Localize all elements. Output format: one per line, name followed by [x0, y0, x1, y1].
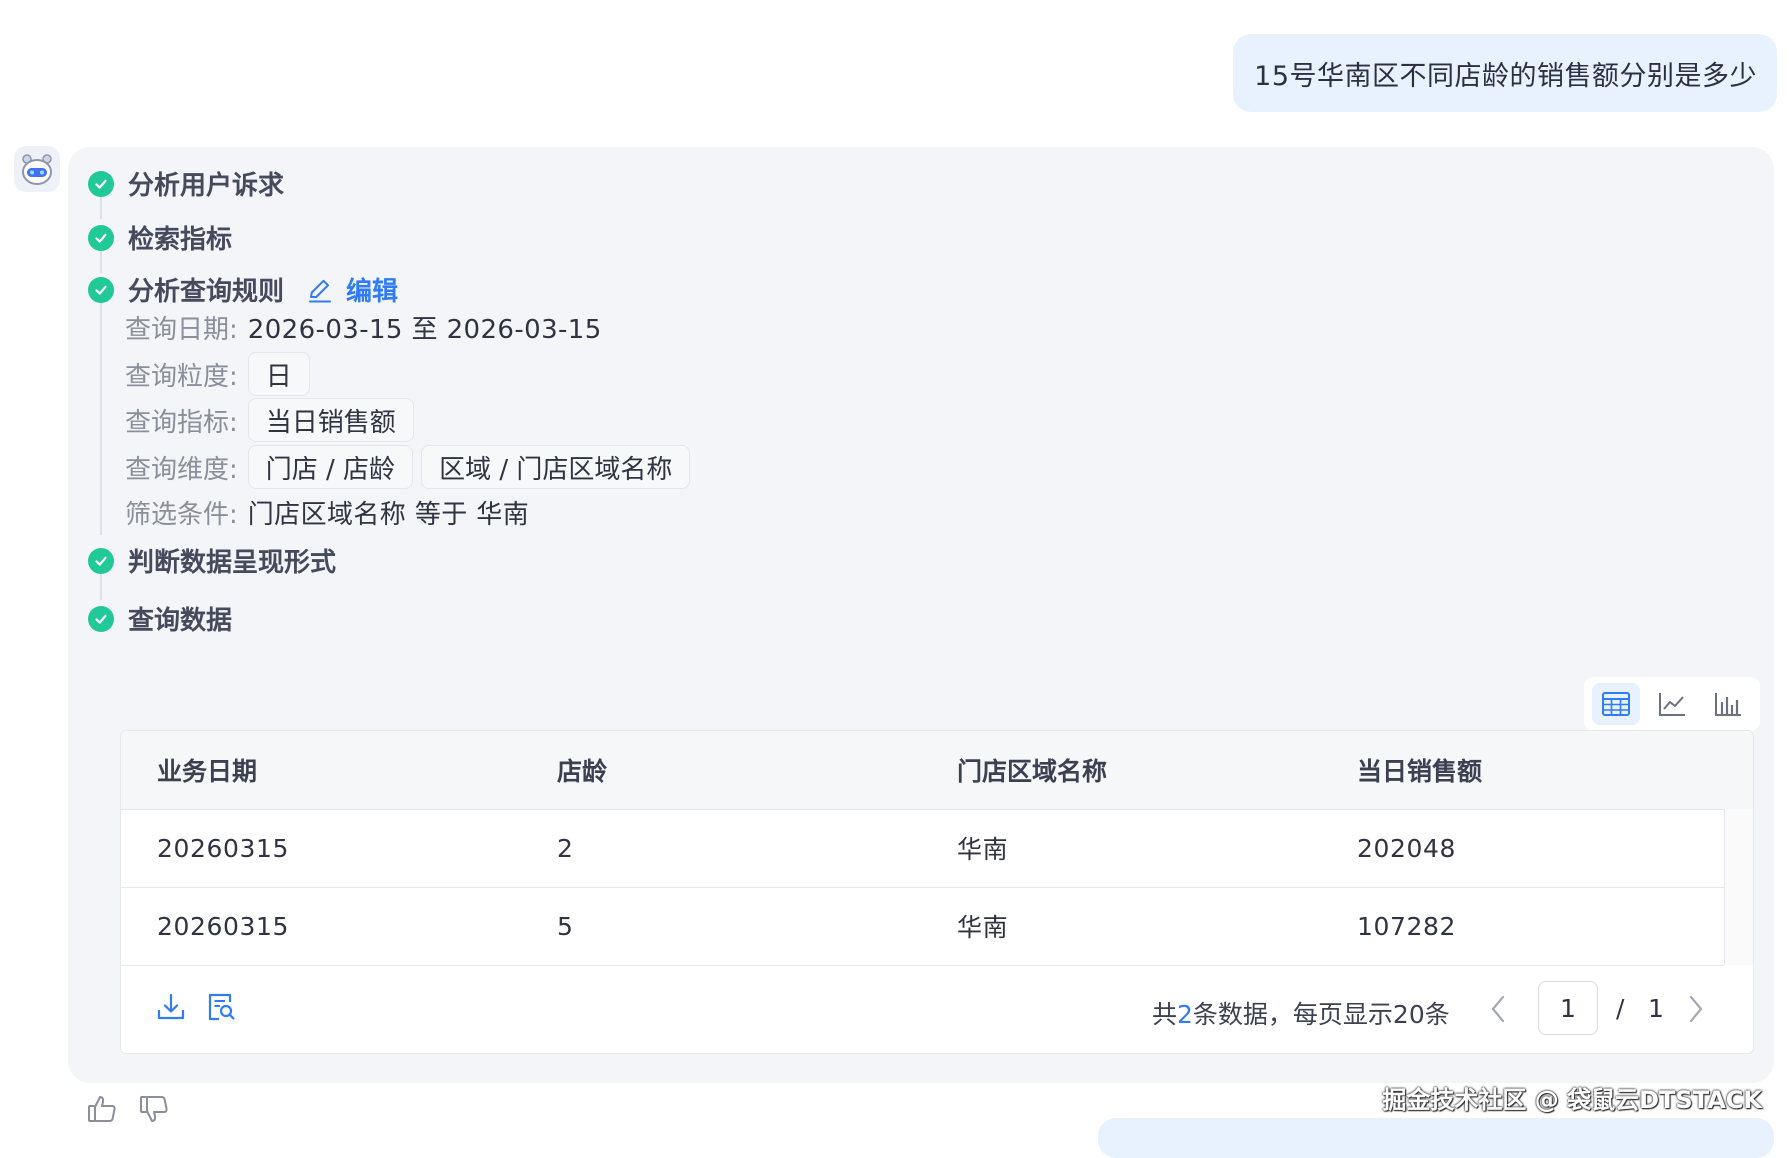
pencil-icon: [309, 279, 332, 302]
view-toggle: [1584, 677, 1760, 731]
bot-avatar: [14, 146, 60, 192]
thumbs-down-icon: [140, 1096, 168, 1122]
rule-value: 2026-03-15 至 2026-03-15: [247, 315, 602, 345]
document-search-icon: [208, 993, 235, 1021]
rule-granularity: 查询粒度: 日: [125, 352, 318, 396]
step-connector: [100, 251, 102, 273]
rule-date: 查询日期: 2026-03-15 至 2026-03-15: [125, 309, 602, 346]
thumbs-down-button[interactable]: [138, 1093, 170, 1129]
table-scrollbar[interactable]: [1724, 809, 1753, 965]
rule-label: 查询维度:: [125, 454, 238, 485]
table-cell: 2: [557, 833, 574, 863]
step-query-data: 查询数据: [88, 600, 232, 637]
inspect-sql-button[interactable]: [205, 991, 237, 1027]
thumbs-up-icon: [88, 1096, 116, 1122]
table-cell: 华南: [957, 913, 1009, 942]
step-label: 查询数据: [128, 606, 233, 636]
column-header[interactable]: 店龄: [557, 752, 607, 788]
robot-icon: [22, 154, 52, 185]
summary-suffix: 条数据，每页显示20条: [1192, 1000, 1450, 1029]
table-cell: 5: [557, 911, 574, 941]
rule-value: 门店区域名称 等于 华南: [247, 500, 530, 530]
summary-prefix: 共: [1152, 1000, 1178, 1029]
table-footer: 共2条数据，每页显示20条 1 / 1: [121, 967, 1753, 1053]
check-icon: [88, 547, 114, 574]
step-label: 分析查询规则: [128, 277, 285, 307]
watermark: 掘金技术社区 @ 袋鼠云DTSTACK: [1382, 1086, 1762, 1114]
step-connector: [100, 574, 102, 600]
step-connector: [100, 197, 102, 219]
rule-label: 查询指标:: [125, 407, 238, 438]
step-analyze-request: 分析用户诉求: [88, 165, 284, 202]
table-header: 业务日期 店龄 门店区域名称 当日销售额: [121, 731, 1753, 810]
answer-card: 分析用户诉求 检索指标 分析查询规则 编辑 查询日期: 2026-03-15 至…: [68, 147, 1774, 1083]
check-icon: [88, 605, 114, 632]
next-page-button[interactable]: [1681, 989, 1711, 1029]
step-label: 判断数据呈现形式: [128, 548, 337, 578]
user-message-text: 15号华南区不同店龄的销售额分别是多少: [1254, 60, 1757, 92]
thumbs-up-button[interactable]: [86, 1093, 118, 1129]
page-separator: /: [1616, 994, 1625, 1023]
table-cell: 107282: [1357, 911, 1457, 941]
total-pages: 1: [1648, 994, 1664, 1023]
next-user-message-bubble: [1098, 1118, 1774, 1158]
step-label: 检索指标: [128, 225, 233, 255]
table-cell: 20260315: [157, 833, 290, 863]
metric-tag: 当日销售额: [247, 398, 414, 442]
dimension-tag: 区域 / 门店区域名称: [421, 445, 691, 489]
granularity-tag: 日: [247, 352, 310, 396]
step-retrieve-metrics: 检索指标: [88, 219, 232, 256]
rule-label: 查询粒度:: [125, 361, 238, 392]
rule-label: 查询日期:: [125, 315, 238, 345]
download-button[interactable]: [155, 991, 187, 1027]
chevron-right-icon: [1689, 995, 1703, 1023]
table-icon: [1602, 692, 1630, 716]
rule-filter: 筛选条件: 门店区域名称 等于 华南: [125, 494, 529, 531]
bar-chart-view-button[interactable]: [1704, 683, 1752, 725]
page-number-input[interactable]: 1: [1538, 981, 1598, 1035]
bar-chart-icon: [1715, 693, 1741, 716]
table-view-button[interactable]: [1592, 683, 1640, 725]
column-header[interactable]: 门店区域名称: [957, 752, 1107, 788]
edit-label: 编辑: [346, 277, 399, 307]
step-connector: [100, 303, 102, 535]
check-icon: [88, 276, 114, 303]
line-chart-icon: [1659, 693, 1685, 716]
rule-metric: 查询指标: 当日销售额: [125, 398, 422, 442]
check-icon: [88, 224, 114, 251]
step-judge-format: 判断数据呈现形式: [88, 542, 336, 579]
data-table: 业务日期 店龄 门店区域名称 当日销售额 20260315 2 华南 20204…: [120, 730, 1754, 1054]
dimension-tag: 门店 / 店龄: [247, 445, 414, 489]
table-cell: 20260315: [157, 911, 290, 941]
column-header[interactable]: 业务日期: [157, 752, 257, 788]
step-analyze-rules: 分析查询规则 编辑: [88, 271, 398, 308]
download-icon: [157, 993, 185, 1020]
pagination-summary: 共2条数据，每页显示20条: [1152, 995, 1450, 1031]
record-count: 2: [1177, 1000, 1193, 1029]
column-header[interactable]: 当日销售额: [1357, 752, 1482, 788]
line-chart-view-button[interactable]: [1648, 683, 1696, 725]
user-message-bubble: 15号华南区不同店龄的销售额分别是多少: [1233, 34, 1777, 112]
prev-page-button[interactable]: [1483, 989, 1513, 1029]
table-row: 20260315 2 华南 202048: [121, 809, 1724, 888]
rule-dimension: 查询维度: 门店 / 店龄 区域 / 门店区域名称: [125, 445, 698, 489]
step-label: 分析用户诉求: [128, 171, 285, 201]
edit-button[interactable]: 编辑: [306, 271, 398, 308]
table-row: 20260315 5 华南 107282: [121, 887, 1724, 966]
rule-label: 筛选条件:: [125, 500, 238, 530]
check-icon: [88, 170, 114, 197]
chevron-left-icon: [1491, 995, 1505, 1023]
table-cell: 202048: [1357, 833, 1457, 863]
table-cell: 华南: [957, 835, 1009, 864]
